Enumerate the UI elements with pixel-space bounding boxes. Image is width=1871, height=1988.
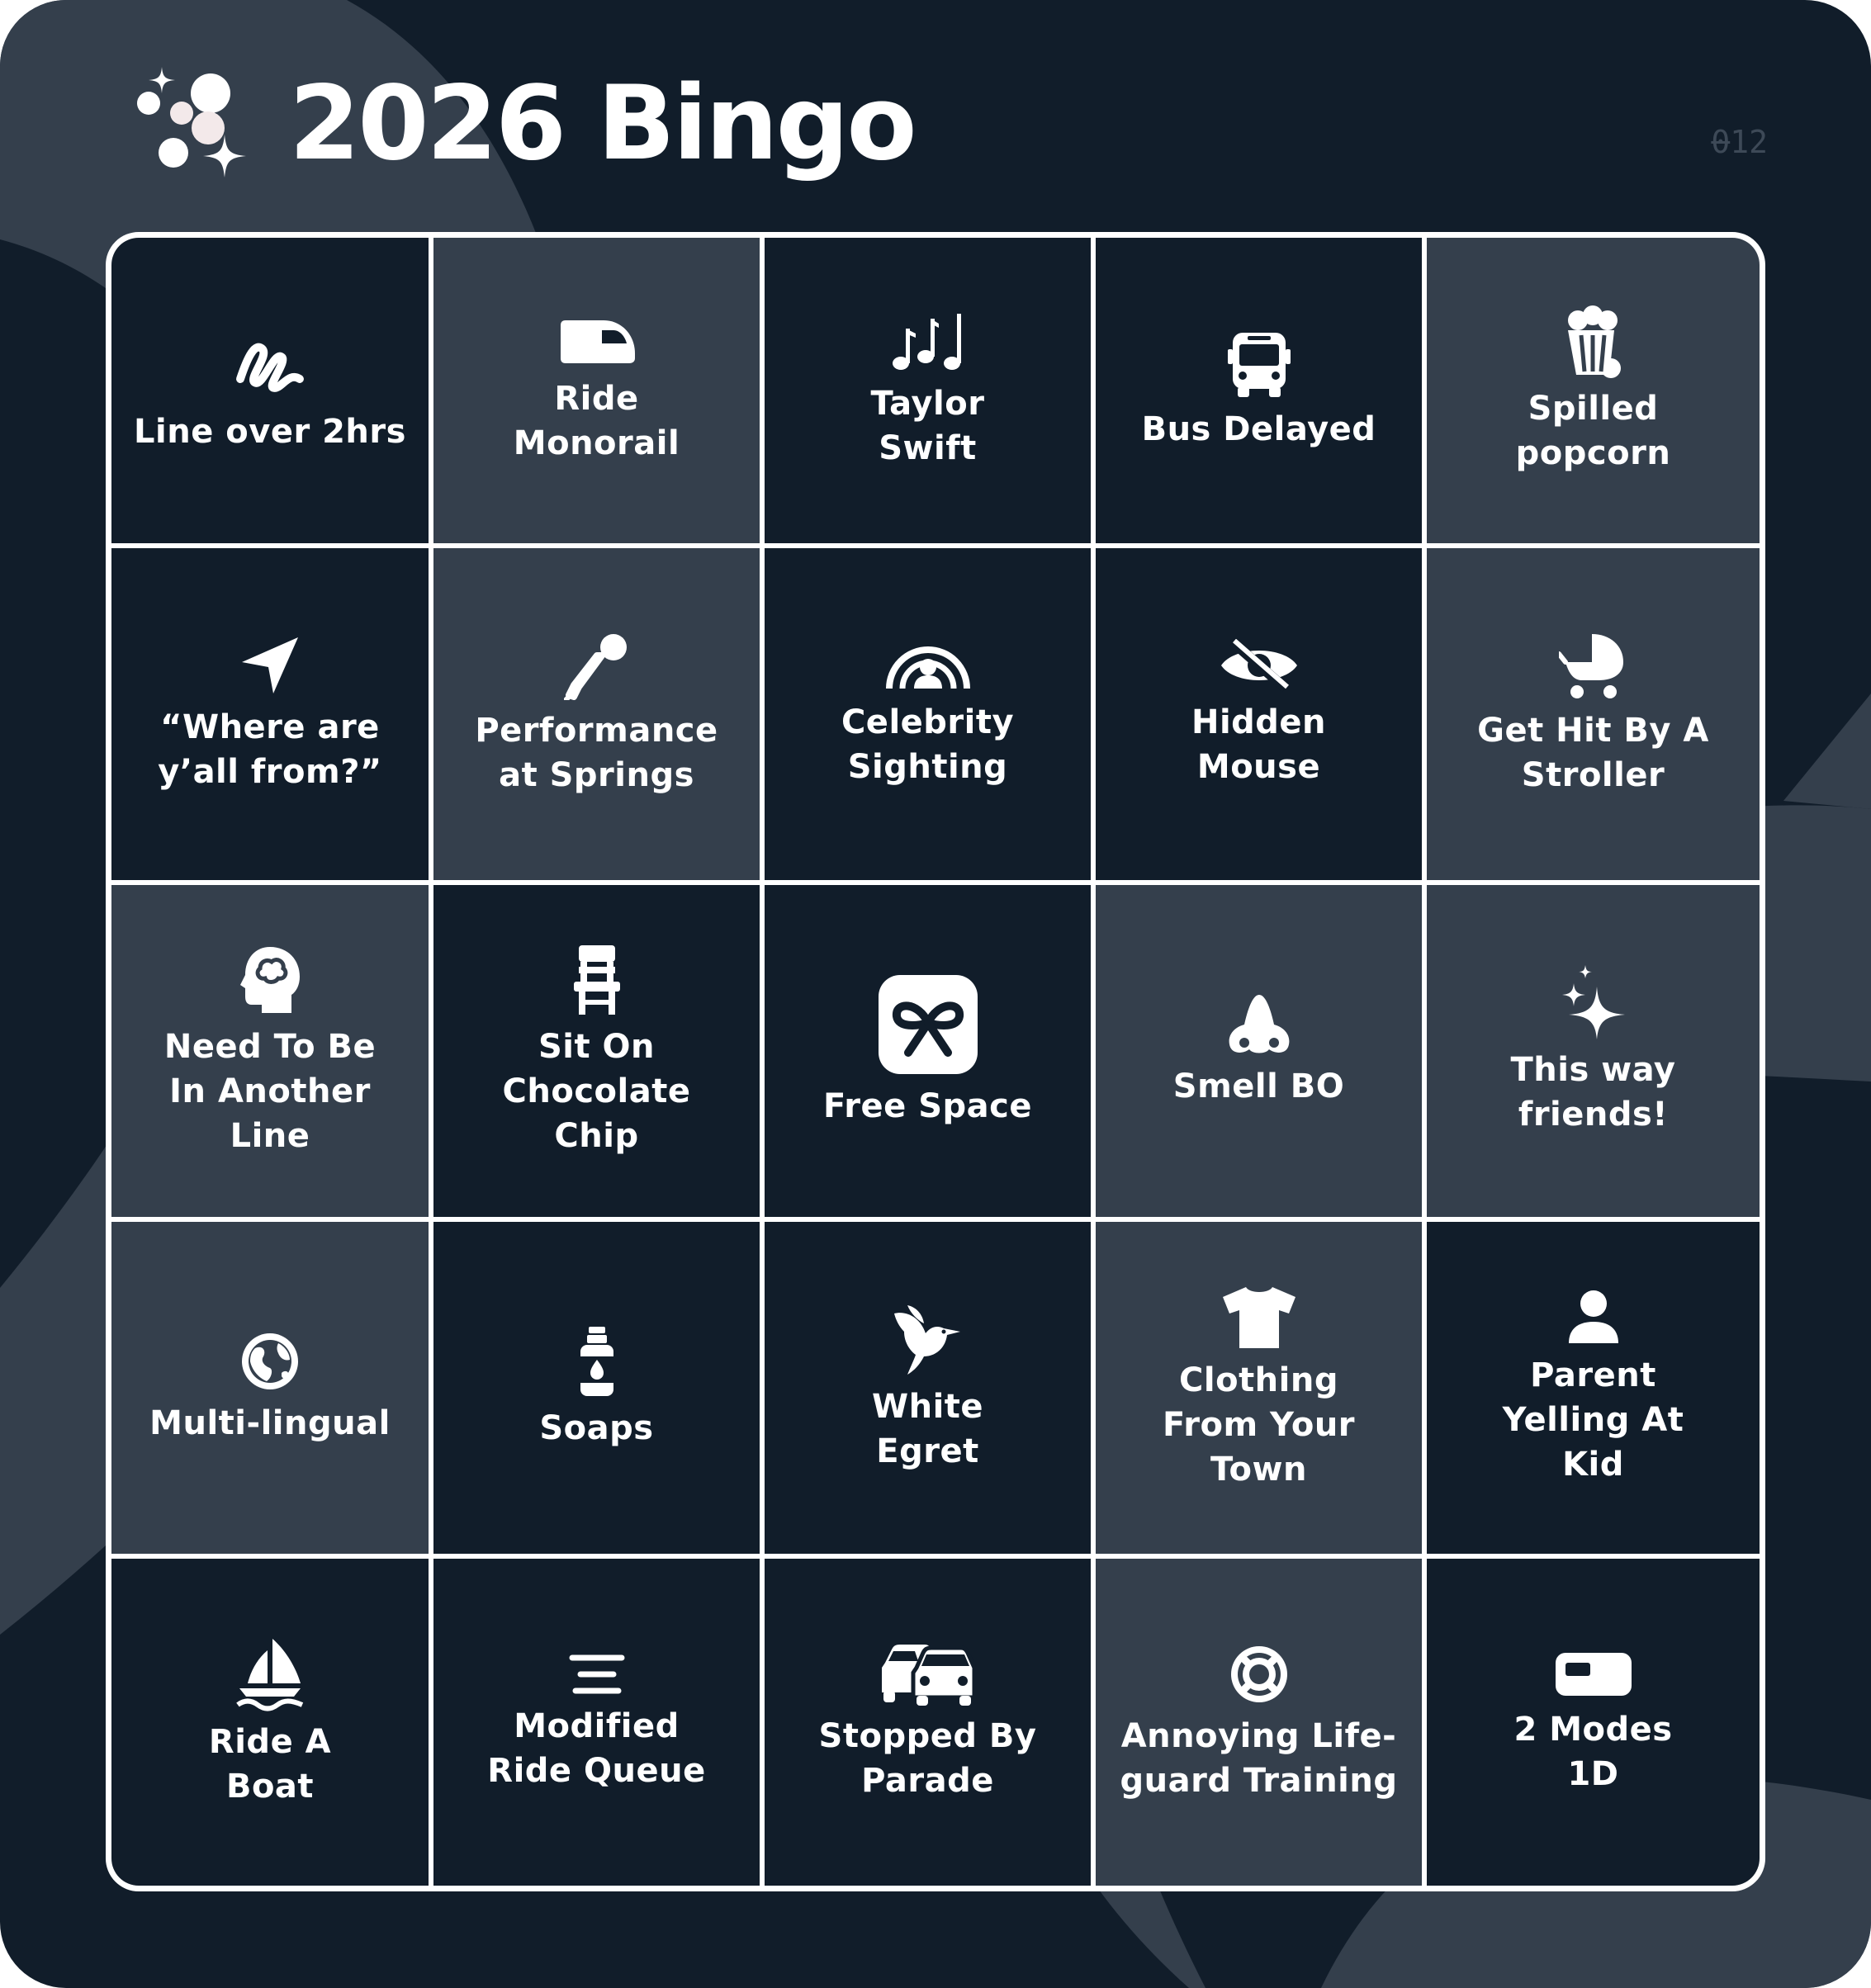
bingo-cell[interactable]: “Where are y’all from?” [111,548,429,880]
bingo-cell[interactable]: White Egret [765,1222,1091,1554]
bingo-cell-label: Need To Be In Another Line [163,1028,377,1155]
location-arrow-icon [239,634,301,697]
chair-icon [572,944,622,1016]
bingo-cell[interactable]: Stopped By Parade [765,1559,1091,1886]
tshirt-icon [1220,1284,1299,1350]
bingo-cell[interactable]: Ride A Boat [111,1559,429,1886]
bingo-cell-label: Hidden Mouse [1191,703,1327,786]
nose-icon [1226,993,1292,1056]
bingo-cell-label: Line over 2hrs [134,413,406,451]
bingo-cell[interactable]: Modified Ride Queue [433,1559,760,1886]
bingo-cell[interactable]: Taylor Swift [765,238,1091,543]
bingo-cell[interactable]: Line over 2hrs [111,238,429,543]
bingo-cell[interactable]: Get Hit By A Stroller [1427,548,1760,880]
bingo-cell[interactable]: Free Space [765,885,1091,1217]
sailboat-icon [234,1637,306,1711]
card-number: 012 [1711,124,1768,160]
bingo-cell-label: Parent Yelling At Kid [1502,1356,1684,1484]
bingo-cell[interactable]: Ride Monorail [433,238,760,543]
bingo-cell[interactable]: Bus Delayed [1096,238,1422,543]
bingo-cell-label: Modified Ride Queue [487,1707,706,1790]
bingo-cell[interactable]: Multi-lingual [111,1222,429,1554]
sparkles-icon [1559,965,1628,1039]
bingo-cell-label: “Where are y’all from?” [158,708,382,791]
bingo-cell[interactable]: Clothing From Your Town [1096,1222,1422,1554]
stroller-icon [1558,631,1628,700]
popcorn-icon [1565,305,1622,378]
bingo-cell[interactable]: Need To Be In Another Line [111,885,429,1217]
celebrity-icon [883,639,973,692]
microphone-icon [563,631,630,700]
align-center-icon [567,1653,627,1696]
bingo-cell[interactable]: Annoying Life- guard Training [1096,1559,1422,1886]
bingo-cell-label: Smell BO [1172,1067,1345,1105]
bingo-cell[interactable]: Soaps [433,1222,760,1554]
bingo-cell-label: Clothing From Your Town [1162,1361,1356,1489]
bingo-cell-label: Sit On Chocolate Chip [502,1028,691,1155]
bingo-cell[interactable]: 2 Modes 1D [1427,1559,1760,1886]
bingo-cell-label: Get Hit By A Stroller [1477,712,1709,794]
eye-slash-icon [1218,639,1300,692]
bingo-card: 2026 Bingo 012 Line over 2hrs Ride Monora… [0,0,1871,1988]
bingo-cell-label: White Egret [871,1388,984,1470]
bingo-cell-label: This way friends! [1510,1051,1676,1134]
bingo-cell-label: Performance at Springs [475,712,718,794]
bingo-cell[interactable]: Sit On Chocolate Chip [433,885,760,1217]
header: 2026 Bingo [132,58,917,190]
bingo-cell-label: Celebrity Sighting [841,703,1015,786]
bingo-cell-label: Free Space [823,1087,1032,1125]
bingo-grid: Line over 2hrs Ride Monorail Taylor Swift B… [111,238,1760,1886]
sparkles-bubbles-icon [137,67,246,178]
bingo-cell[interactable]: Celebrity Sighting [765,548,1091,880]
person-icon [1567,1289,1620,1345]
bingo-cell[interactable]: Performance at Springs [433,548,760,880]
page: 2026 Bingo 012 Line over 2hrs Ride Monora… [0,0,1871,1988]
globe-icon [239,1330,301,1393]
soap-bottle-icon [579,1325,615,1398]
rv-icon [1554,1650,1633,1699]
bingo-cell-label: 2 Modes 1D [1513,1711,1673,1793]
bingo-cell[interactable]: Smell BO [1096,885,1422,1217]
bird-icon [891,1302,965,1376]
bingo-cell-label: Bus Delayed [1141,410,1376,448]
cars-icon [879,1643,978,1706]
gift-icon [877,973,979,1076]
life-ring-icon [1228,1643,1291,1706]
bingo-cell-label: Taylor Swift [870,385,985,467]
squiggle-icon [233,327,307,401]
bingo-cell[interactable]: This way friends! [1427,885,1760,1217]
bingo-cell-label: Multi-lingual [149,1404,391,1442]
monorail-icon [556,315,638,368]
bingo-cell-label: Soaps [539,1409,654,1447]
page-title: 2026 Bingo [289,64,917,183]
bingo-cell[interactable]: Spilled popcorn [1427,238,1760,543]
bingo-board: Line over 2hrs Ride Monorail Taylor Swift B… [106,232,1765,1891]
bingo-cell-label: Ride A Boat [208,1723,332,1806]
bingo-cell[interactable]: Hidden Mouse [1096,548,1422,880]
bingo-cell-label: Stopped By Parade [818,1717,1037,1800]
bingo-cell[interactable]: Parent Yelling At Kid [1427,1222,1760,1554]
music-notes-icon [891,310,965,373]
bingo-cell-label: Ride Monorail [513,380,680,462]
bus-icon [1227,329,1291,399]
bingo-cell-label: Annoying Life- guard Training [1120,1717,1398,1800]
head-brain-icon [237,944,303,1016]
bingo-cell-label: Spilled popcorn [1515,390,1671,472]
